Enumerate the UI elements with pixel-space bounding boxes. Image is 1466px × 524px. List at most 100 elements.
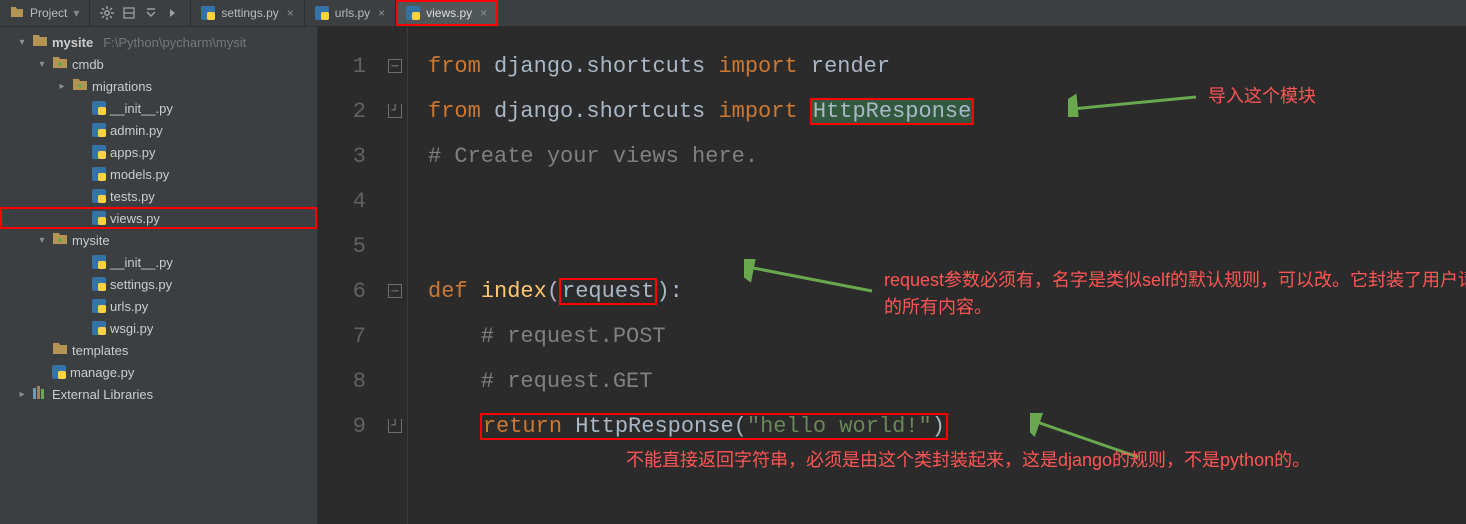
line-number: 4 <box>318 179 366 224</box>
line-number: 9 <box>318 404 366 449</box>
tree-label: urls.py <box>110 299 148 314</box>
python-file-icon <box>92 123 106 137</box>
fold-marker-icon[interactable]: ─ <box>388 59 402 73</box>
python-file-icon <box>92 101 106 115</box>
tree-file-models[interactable]: models.py <box>0 163 317 185</box>
python-file-icon <box>92 299 106 313</box>
code-text: django.shortcuts <box>481 54 719 79</box>
folder-icon <box>32 34 48 50</box>
project-folder-icon <box>10 6 24 21</box>
chevron-right-icon[interactable]: ▸ <box>16 389 28 400</box>
tree-file-init2[interactable]: __init__.py <box>0 251 317 273</box>
tree-file-tests[interactable]: tests.py <box>0 185 317 207</box>
folder-icon <box>52 342 68 358</box>
tree-label: manage.py <box>70 365 134 380</box>
code-text: ): <box>656 279 682 304</box>
tree-folder-mysite[interactable]: ▾ mysite <box>0 229 317 251</box>
tab-views[interactable]: views.py × <box>396 0 498 26</box>
arrow-icon[interactable] <box>166 6 180 20</box>
tab-label: urls.py <box>335 6 370 20</box>
keyword: import <box>718 54 797 79</box>
fold-end-icon[interactable]: ┘ <box>388 419 402 433</box>
tree-folder-templates[interactable]: templates <box>0 339 317 361</box>
annotation-text-import: 导入这个模块 <box>1208 83 1316 110</box>
comment-text: # request.GET <box>428 369 652 394</box>
chevron-down-icon[interactable]: ▾ <box>36 235 48 246</box>
python-file-icon <box>92 145 106 159</box>
tree-external-libs[interactable]: ▸ External Libraries <box>0 383 317 405</box>
tree-label: __init__.py <box>110 255 173 270</box>
tree-label: mysite <box>52 35 93 50</box>
tree-file-wsgi[interactable]: wsgi.py <box>0 317 317 339</box>
python-file-icon <box>52 365 66 379</box>
chevron-down-icon[interactable]: ▾ <box>36 59 48 70</box>
chevron-right-icon[interactable]: ▸ <box>56 81 68 92</box>
tab-urls[interactable]: urls.py × <box>305 0 396 26</box>
tree-folder-migrations[interactable]: ▸ migrations <box>0 75 317 97</box>
project-tree[interactable]: ▾ mysite F:\Python\pycharm\mysit ▾ cmdb … <box>0 27 318 524</box>
code-line-6: def index(request): <box>428 269 683 314</box>
package-icon <box>52 56 68 72</box>
code-text <box>798 99 811 124</box>
tree-file-admin[interactable]: admin.py <box>0 119 317 141</box>
code-area[interactable]: from django.shortcuts import render from… <box>408 27 1466 524</box>
fold-marker-icon[interactable]: ─ <box>388 284 402 298</box>
toolbar-icons <box>90 0 191 26</box>
code-line-1: from django.shortcuts import render <box>428 44 890 89</box>
comment-text: # request.POST <box>428 324 666 349</box>
arrow-icon <box>1068 91 1198 117</box>
fold-end-icon[interactable]: ┘ <box>388 104 402 118</box>
line-number: 6 <box>318 269 366 314</box>
close-icon[interactable]: × <box>480 6 487 20</box>
tab-label: views.py <box>426 6 472 20</box>
tab-settings[interactable]: settings.py × <box>191 0 304 26</box>
tree-label: tests.py <box>110 189 155 204</box>
code-text: ( <box>547 279 560 304</box>
chevron-down-icon[interactable]: ▾ <box>16 37 28 48</box>
tree-file-apps[interactable]: apps.py <box>0 141 317 163</box>
code-editor[interactable]: 1 2 3 4 5 6 7 8 9 ─ ┘ ─ ┘ <box>318 27 1466 524</box>
tree-label: settings.py <box>110 277 172 292</box>
close-icon[interactable]: × <box>287 6 294 20</box>
tree-file-settings[interactable]: settings.py <box>0 273 317 295</box>
code-text: ) <box>932 414 945 439</box>
keyword: from <box>428 99 481 124</box>
keyword: return <box>483 414 562 439</box>
hide-icon[interactable] <box>122 6 136 20</box>
code-line-2: from django.shortcuts import HttpRespons… <box>428 89 973 134</box>
gutter: 1 2 3 4 5 6 7 8 9 ─ ┘ ─ ┘ <box>318 27 408 524</box>
tree-label: admin.py <box>110 123 163 138</box>
keyword: def <box>428 279 481 304</box>
python-file-icon <box>92 321 106 335</box>
gear-icon[interactable] <box>100 6 114 20</box>
tree-file-views[interactable]: views.py <box>0 207 317 229</box>
comment-text: # Create your views here. <box>428 144 758 169</box>
tree-file-init[interactable]: __init__.py <box>0 97 317 119</box>
collapse-icon[interactable] <box>144 6 158 20</box>
python-file-icon <box>92 277 106 291</box>
tree-folder-cmdb[interactable]: ▾ cmdb <box>0 53 317 75</box>
tree-label: templates <box>72 343 128 358</box>
line-number: 1 <box>318 44 366 89</box>
editor-tabs: settings.py × urls.py × views.py × <box>191 0 498 26</box>
line-number: 8 <box>318 359 366 404</box>
tree-label: mysite <box>72 233 110 248</box>
string-literal: "hello world!" <box>747 414 932 439</box>
keyword: from <box>428 54 481 79</box>
python-file-icon <box>92 255 106 269</box>
tree-path: F:\Python\pycharm\mysit <box>103 35 246 50</box>
tree-label: models.py <box>110 167 169 182</box>
tree-label: cmdb <box>72 57 104 72</box>
python-file-icon <box>92 167 106 181</box>
tree-label: views.py <box>110 211 160 226</box>
tree-label: apps.py <box>110 145 156 160</box>
project-dropdown[interactable]: Project ▾ <box>0 0 90 26</box>
tree-root[interactable]: ▾ mysite F:\Python\pycharm\mysit <box>0 31 317 53</box>
tree-label: __init__.py <box>110 101 173 116</box>
tree-label: migrations <box>92 79 152 94</box>
topbar: Project ▾ settings.py × <box>0 0 1466 27</box>
code-text: django.shortcuts <box>481 99 719 124</box>
close-icon[interactable]: × <box>378 6 385 20</box>
tree-file-urls[interactable]: urls.py <box>0 295 317 317</box>
tree-file-manage[interactable]: manage.py <box>0 361 317 383</box>
